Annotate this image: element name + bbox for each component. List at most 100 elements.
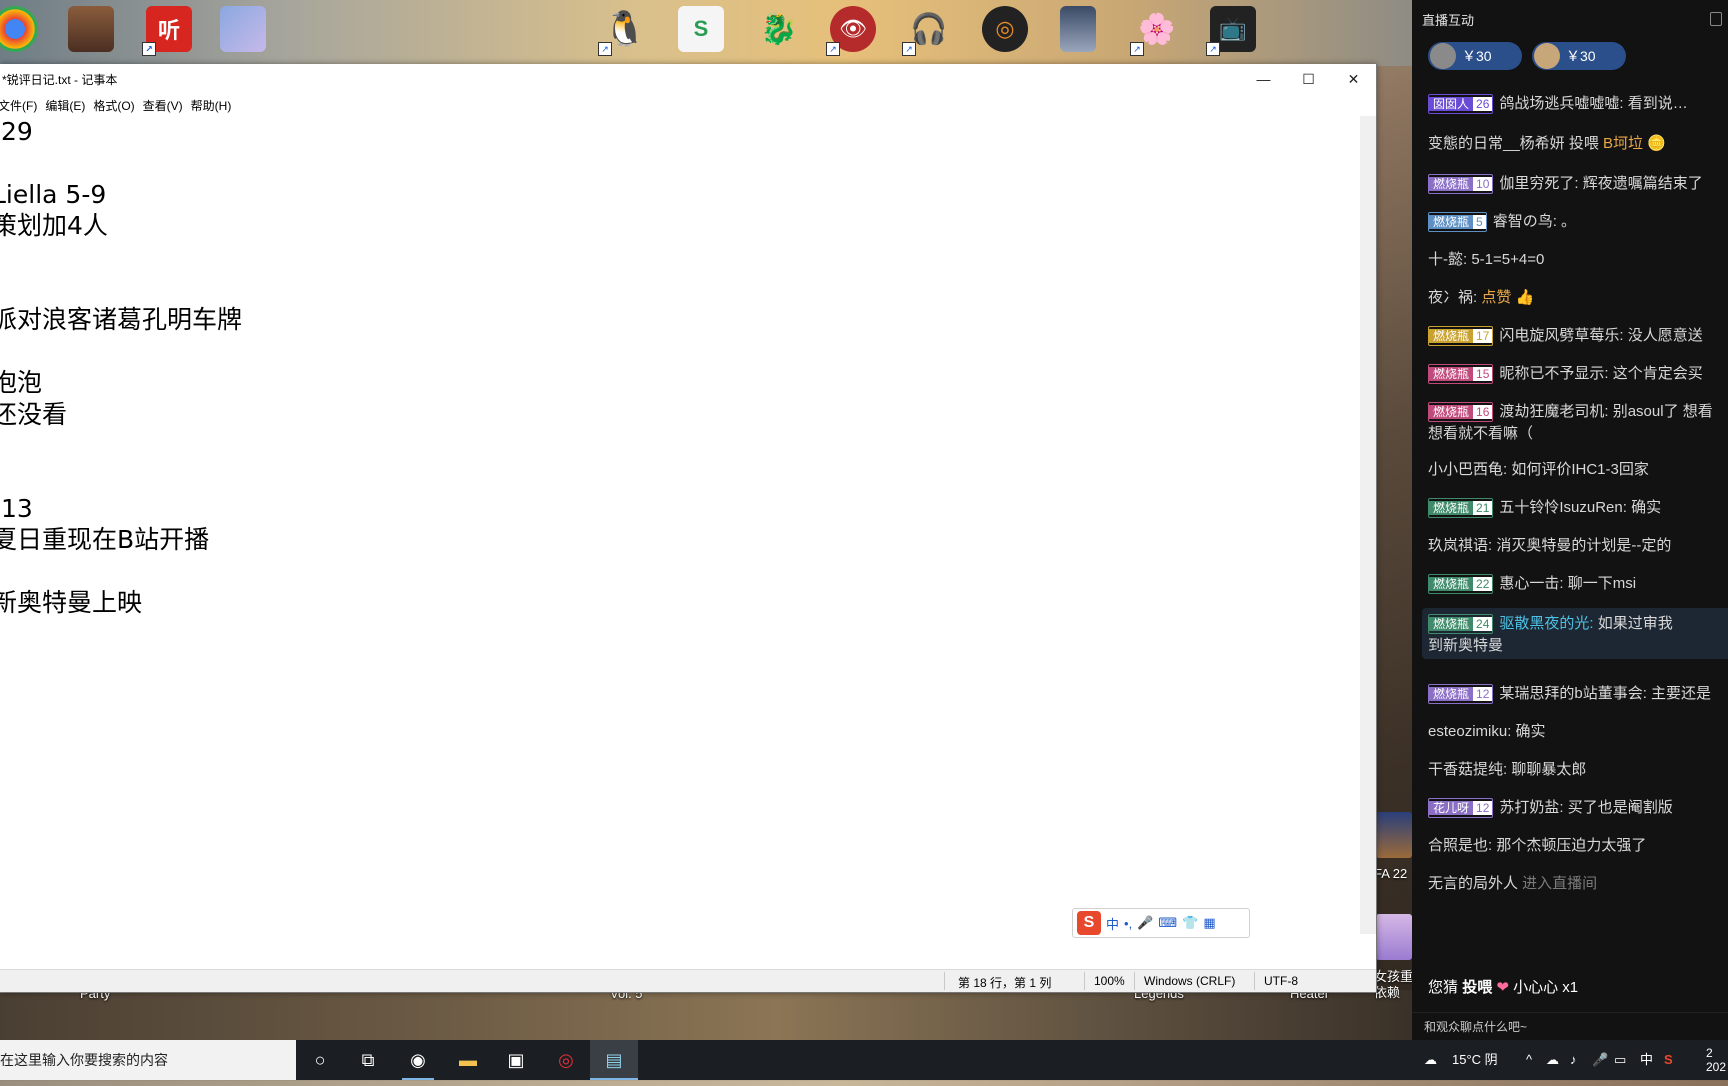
cloud-icon[interactable]: ☁ <box>1546 1040 1559 1080</box>
fan-badge[interactable]: 燃烧瓶 12 <box>1428 684 1494 705</box>
chat-message[interactable]: 燃烧瓶 12 某瑞思拜的b站董事会: 主要还是 <box>1428 682 1728 705</box>
punctuation-icon[interactable]: •, <box>1124 916 1132 931</box>
chat-message[interactable]: 玖岚祺语: 消灭奥特曼的计划是--定的 <box>1428 534 1728 555</box>
menu-view[interactable]: 查看(V) <box>137 97 191 114</box>
photos-icon[interactable]: ▣ <box>500 1044 532 1076</box>
network-icon[interactable]: ▭ <box>1614 1040 1626 1080</box>
menu-help[interactable]: 帮助(H) <box>185 97 240 114</box>
task-view-icon[interactable]: ⧉ <box>352 1044 384 1076</box>
text-editor[interactable]: -29 Liella 5-9 策划加4人 派对浪客诸葛孔明车牌 泡泡 还没看 -… <box>0 116 1360 934</box>
fan-badge[interactable]: 燃烧瓶 5 <box>1428 212 1487 233</box>
chat-message[interactable]: 囡囡人 26 鸽战场逃兵嘘嘘嘘: 看到说… <box>1428 92 1728 115</box>
ime-tray-mode[interactable]: 中 <box>1640 1040 1653 1080</box>
netease-music-icon[interactable]: ◎ <box>550 1044 582 1076</box>
volume-icon[interactable]: ♪ <box>1570 1040 1577 1080</box>
chat-username[interactable]: 玖岚祺语: <box>1428 537 1492 554</box>
notepad-icon[interactable]: ▤ <box>598 1044 630 1076</box>
chat-username[interactable]: 苏打奶盐: <box>1499 799 1563 816</box>
fan-badge[interactable]: 燃烧瓶 15 <box>1428 364 1494 385</box>
menu-edit[interactable]: 编辑(E) <box>39 97 93 114</box>
chat-username[interactable]: 干香菇提纯: <box>1428 761 1507 778</box>
chat-message[interactable]: 合照是也: 那个杰顿压迫力太强了 <box>1428 834 1728 855</box>
skin-icon[interactable]: 👕 <box>1182 915 1198 931</box>
chat-input[interactable]: 和观众聊点什么吧~ <box>1412 1012 1728 1040</box>
vertical-scrollbar[interactable] <box>1360 116 1376 934</box>
sogou-tray-icon[interactable]: S <box>1664 1040 1673 1080</box>
title-bar[interactable]: *锐评日记.txt - 记事本 — ☐ ✕ <box>0 64 1376 94</box>
clock[interactable]: 2 202 <box>1706 1046 1726 1086</box>
fan-badge[interactable]: 燃烧瓶 17 <box>1428 326 1494 347</box>
sogou-logo-icon[interactable]: S <box>1077 911 1101 935</box>
chrome-taskbar-icon[interactable]: ◉ <box>402 1044 434 1076</box>
chat-username[interactable]: 昵称已不予显示: <box>1499 365 1608 382</box>
chat-message[interactable]: 燃烧瓶 5 睿智の鸟: 。 <box>1428 210 1728 233</box>
girl-game-icon[interactable] <box>1376 914 1412 960</box>
search-box[interactable]: 在这里输入你要搜索的内容 <box>0 1040 296 1080</box>
building-icon[interactable] <box>68 6 114 52</box>
anime-girl-icon[interactable]: 🌸 ↗ <box>1130 6 1180 56</box>
fan-badge[interactable]: 燃烧瓶 10 <box>1428 174 1494 195</box>
chat-username[interactable]: 无言的局外人 <box>1428 875 1518 892</box>
chat-username[interactable]: 夜冫祸: <box>1428 289 1477 306</box>
toolbox-icon[interactable]: ▦ <box>1203 915 1215 931</box>
chat-message[interactable]: 燃烧瓶 24 驱散黑夜的光: 如果过审我 到新奥特曼 <box>1422 608 1728 660</box>
chat-message[interactable]: 燃烧瓶 15 昵称已不予显示: 这个肯定会买 <box>1428 362 1728 385</box>
game-card-icon[interactable] <box>1060 6 1096 52</box>
qq-icon[interactable]: 🐧 ↗ <box>598 6 648 56</box>
microphone-icon[interactable]: 🎤 <box>1137 915 1153 931</box>
chat-message[interactable]: 燃烧瓶 22 惠心一击: 聊一下msi <box>1428 572 1728 595</box>
chevron-up-icon[interactable]: ^ <box>1526 1040 1532 1080</box>
chat-username[interactable]: 小小巴西龟: <box>1428 461 1507 478</box>
chat-username[interactable]: 某瑞思拜的b站董事会: <box>1499 685 1647 702</box>
gift-pill[interactable]: ￥30 <box>1532 42 1626 70</box>
chat-username[interactable]: 鸽战场逃兵嘘嘘嘘: <box>1499 95 1623 112</box>
chat-message[interactable]: 小小巴西龟: 如何评价IHC1-3回家 <box>1428 458 1728 479</box>
chat-message[interactable]: 燃烧瓶 21 五十铃怜IsuzuRen: 确实 <box>1428 496 1728 519</box>
chat-username[interactable]: 惠心一击: <box>1499 575 1563 592</box>
fan-badge[interactable]: 燃烧瓶 24 <box>1428 614 1494 635</box>
bilibili-live-icon[interactable]: 📺 ↗ <box>1206 6 1256 56</box>
chat-message[interactable]: 燃烧瓶 10 伽里穷死了: 辉夜遗嘱篇结束了 <box>1428 172 1728 195</box>
chat-message[interactable]: 干香菇提纯: 聊聊暴太郎 <box>1428 758 1728 779</box>
file-explorer-icon[interactable]: ▬ <box>452 1044 484 1076</box>
chat-message[interactable]: 夜冫祸: 点赞 👍 <box>1428 286 1728 307</box>
chat-username[interactable]: 睿智の鸟: <box>1493 213 1557 230</box>
eye-app-icon[interactable]: 👁 ↗ <box>826 6 876 56</box>
osu-icon[interactable]: ◎ <box>982 6 1028 52</box>
microphone-tray-icon[interactable]: 🎤 <box>1592 1040 1608 1080</box>
keyboard-icon[interactable]: ⌨ <box>1158 915 1177 931</box>
chat-message[interactable]: 无言的局外人 进入直播间 <box>1428 872 1728 893</box>
menu-format[interactable]: 格式(O) <box>87 97 142 114</box>
chat-message[interactable]: 变態的日常__杨希妍 投喂 B坷垃 🪙 <box>1428 132 1728 153</box>
chat-username[interactable]: 十-懿: <box>1428 251 1467 268</box>
chat-message[interactable]: 花儿呀 12 苏打奶盐: 买了也是阉割版 <box>1428 796 1728 819</box>
gift-pill[interactable]: ￥30 <box>1428 42 1522 70</box>
weather-icon[interactable]: ☁ <box>1424 1040 1437 1080</box>
chat-message[interactable]: 十-懿: 5-1=5+4=0 <box>1428 248 1728 269</box>
anime-app-icon[interactable] <box>220 6 266 52</box>
cortana-icon[interactable]: ○ <box>304 1044 336 1076</box>
dragon-icon[interactable]: 🐉 <box>756 6 802 52</box>
chat-username[interactable]: 闪电旋风劈草莓乐: <box>1499 327 1623 344</box>
chat-message[interactable]: 燃烧瓶 17 闪电旋风劈草莓乐: 没人愿意送 <box>1428 324 1728 347</box>
chat-username[interactable]: 变態的日常__杨希妍 <box>1428 135 1565 152</box>
minimize-button[interactable]: — <box>1241 64 1286 94</box>
ting-app-icon[interactable]: 听 ↗ <box>142 6 192 56</box>
maximize-button[interactable]: ☐ <box>1286 64 1331 94</box>
chat-message[interactable]: esteozimiku: 确实 <box>1428 720 1728 741</box>
spreadsheet-icon[interactable]: S <box>678 6 724 52</box>
fan-badge[interactable]: 燃烧瓶 22 <box>1428 574 1494 595</box>
fan-badge[interactable]: 燃烧瓶 21 <box>1428 498 1494 519</box>
chat-username[interactable]: 驱散黑夜的光: <box>1499 615 1593 632</box>
lock-icon[interactable] <box>1710 12 1722 26</box>
fan-badge[interactable]: 燃烧瓶 16 <box>1428 402 1494 423</box>
weather-text[interactable]: 15°C 阴 <box>1452 1040 1498 1080</box>
fan-badge[interactable]: 花儿呀 12 <box>1428 798 1494 819</box>
chat-username[interactable]: 渡劫狂魔老司机: <box>1499 403 1608 420</box>
ime-mode[interactable]: 中 <box>1106 914 1119 933</box>
chat-username[interactable]: 五十铃怜IsuzuRen: <box>1499 499 1627 516</box>
fifa-icon[interactable] <box>1376 812 1412 858</box>
chat-message[interactable]: 燃烧瓶 16 渡劫狂魔老司机: 别asoul了 想看 想看就不看嘛（ <box>1428 400 1728 443</box>
chat-username[interactable]: esteozimiku: <box>1428 723 1511 740</box>
chat-username[interactable]: 合照是也: <box>1428 837 1492 854</box>
